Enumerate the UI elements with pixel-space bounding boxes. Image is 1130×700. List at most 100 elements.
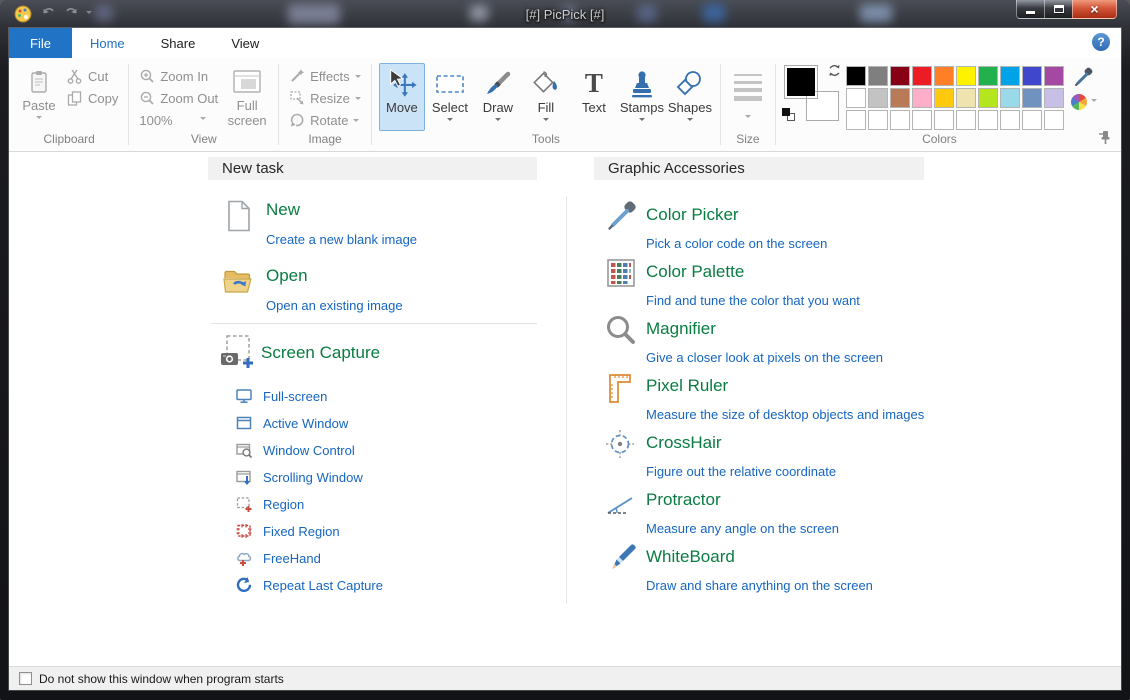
color-swatch[interactable]: [934, 110, 954, 130]
color-swatch[interactable]: [1022, 88, 1042, 108]
magnifier-icon: [605, 314, 637, 346]
cut-label: Cut: [88, 69, 108, 84]
open-item[interactable]: Open Open an existing image: [222, 264, 542, 320]
help-icon: ?: [1097, 35, 1104, 49]
color-swatch[interactable]: [890, 66, 910, 86]
color-wheel-button[interactable]: [1071, 94, 1097, 110]
size-button[interactable]: [727, 63, 769, 131]
full-screen-button[interactable]: Full screen: [222, 63, 272, 131]
startup-checkbox[interactable]: [19, 672, 32, 685]
capture-full-screen[interactable]: Full-screen: [235, 386, 327, 406]
swap-colors-icon[interactable]: [827, 63, 842, 78]
fill-dropdown-icon: [543, 118, 549, 124]
picpick-window: [#] PicPick [#] × File Home Share View ?: [0, 0, 1130, 700]
color-palette-item[interactable]: Color Palette Find and tune the color th…: [594, 257, 934, 313]
tool-button-draw[interactable]: Draw: [475, 63, 521, 131]
foreground-color-swatch[interactable]: [784, 65, 818, 99]
help-button[interactable]: ?: [1092, 33, 1110, 51]
tool-button-move[interactable]: Move: [379, 63, 425, 131]
color-swatch[interactable]: [1022, 110, 1042, 130]
color-swatch[interactable]: [934, 88, 954, 108]
color-swatch[interactable]: [868, 88, 888, 108]
color-swatch[interactable]: [956, 88, 976, 108]
color-swatch[interactable]: [1000, 66, 1020, 86]
screen-capture-title: Screen Capture: [261, 343, 380, 363]
minimize-button[interactable]: [1016, 0, 1045, 19]
color-swatch[interactable]: [978, 110, 998, 130]
color-swatch[interactable]: [1044, 66, 1064, 86]
tab-view[interactable]: View: [213, 28, 277, 58]
protractor-item[interactable]: Protractor Measure any angle on the scre…: [594, 485, 934, 541]
eyedropper-icon[interactable]: [1074, 67, 1094, 87]
tab-file[interactable]: File: [9, 28, 72, 58]
move-label: Move: [386, 100, 418, 115]
paste-dropdown-icon: [36, 116, 42, 122]
rotate-button[interactable]: Rotate: [285, 109, 365, 131]
copy-button[interactable]: Copy: [62, 87, 122, 109]
color-swatch[interactable]: [1044, 88, 1064, 108]
reset-colors-icon[interactable]: [782, 108, 795, 121]
effects-label: Effects: [310, 69, 350, 84]
zoom-in-button[interactable]: Zoom In: [135, 65, 222, 87]
resize-icon: [289, 90, 305, 106]
cut-button[interactable]: Cut: [62, 65, 122, 87]
screen-capture-item[interactable]: Screen Capture: [217, 334, 537, 374]
color-picker-item[interactable]: Color Picker Pick a color code on the sc…: [594, 200, 934, 256]
color-swatch[interactable]: [978, 88, 998, 108]
color-swatch[interactable]: [1022, 66, 1042, 86]
pin-ribbon-icon[interactable]: [1097, 129, 1113, 145]
zoom-out-button[interactable]: Zoom Out: [135, 87, 222, 109]
accessory-title: Color Palette: [646, 262, 744, 282]
color-swatch[interactable]: [912, 88, 932, 108]
accessory-subtitle: Pick a color code on the screen: [646, 236, 827, 251]
tab-share[interactable]: Share: [143, 28, 214, 58]
color-swatch[interactable]: [978, 66, 998, 86]
tool-button-stamps[interactable]: Stamps: [619, 63, 665, 131]
color-swatch[interactable]: [868, 110, 888, 130]
tab-home[interactable]: Home: [72, 28, 143, 58]
full-screen-icon: [232, 69, 262, 95]
resize-button[interactable]: Resize: [285, 87, 365, 109]
capture-freehand[interactable]: FreeHand: [235, 548, 321, 568]
crosshair-item[interactable]: CrossHair Figure out the relative coordi…: [594, 428, 934, 484]
shapes-label: Shapes: [668, 100, 712, 115]
tool-button-shapes[interactable]: Shapes: [667, 63, 713, 131]
group-separator: [371, 64, 372, 145]
capture-region[interactable]: Region: [235, 494, 304, 514]
color-swatch[interactable]: [956, 66, 976, 86]
color-swatch[interactable]: [1044, 110, 1064, 130]
capture-fixed-region[interactable]: Fixed Region: [235, 521, 340, 541]
new-item[interactable]: New Create a new blank image: [222, 198, 542, 254]
magnifier-item[interactable]: Magnifier Give a closer look at pixels o…: [594, 314, 934, 370]
color-swatch[interactable]: [956, 110, 976, 130]
whiteboard-item[interactable]: WhiteBoard Draw and share anything on th…: [594, 542, 934, 598]
region-icon: [235, 495, 253, 513]
color-swatch[interactable]: [846, 88, 866, 108]
zoom-level-select[interactable]: 100%: [135, 109, 222, 131]
color-swatch[interactable]: [890, 110, 910, 130]
capture-active-window[interactable]: Active Window: [235, 413, 348, 433]
color-swatch[interactable]: [890, 88, 910, 108]
effects-button[interactable]: Effects: [285, 65, 365, 87]
color-swatch[interactable]: [846, 110, 866, 130]
pixel-ruler-item[interactable]: Pixel Ruler Measure the size of desktop …: [594, 371, 934, 427]
full-screen-label-1: Full: [237, 98, 258, 113]
color-swatch[interactable]: [868, 66, 888, 86]
color-swatch[interactable]: [1000, 88, 1020, 108]
color-swatch[interactable]: [1000, 110, 1020, 130]
color-swatch[interactable]: [846, 66, 866, 86]
color-swatch[interactable]: [912, 66, 932, 86]
close-button[interactable]: ×: [1072, 0, 1117, 19]
capture-window-control[interactable]: Window Control: [235, 440, 355, 460]
color-swatch[interactable]: [912, 110, 932, 130]
paste-button[interactable]: Paste: [16, 63, 62, 131]
accessory-title: CrossHair: [646, 433, 722, 453]
tool-button-select[interactable]: Select: [427, 63, 473, 131]
tool-button-text[interactable]: T Text: [571, 63, 617, 131]
capture-repeat-last[interactable]: Repeat Last Capture: [235, 575, 383, 595]
tool-button-fill[interactable]: Fill: [523, 63, 569, 131]
whiteboard-icon: [606, 542, 638, 574]
capture-scrolling-window[interactable]: Scrolling Window: [235, 467, 363, 487]
maximize-button[interactable]: [1045, 0, 1072, 19]
color-swatch[interactable]: [934, 66, 954, 86]
